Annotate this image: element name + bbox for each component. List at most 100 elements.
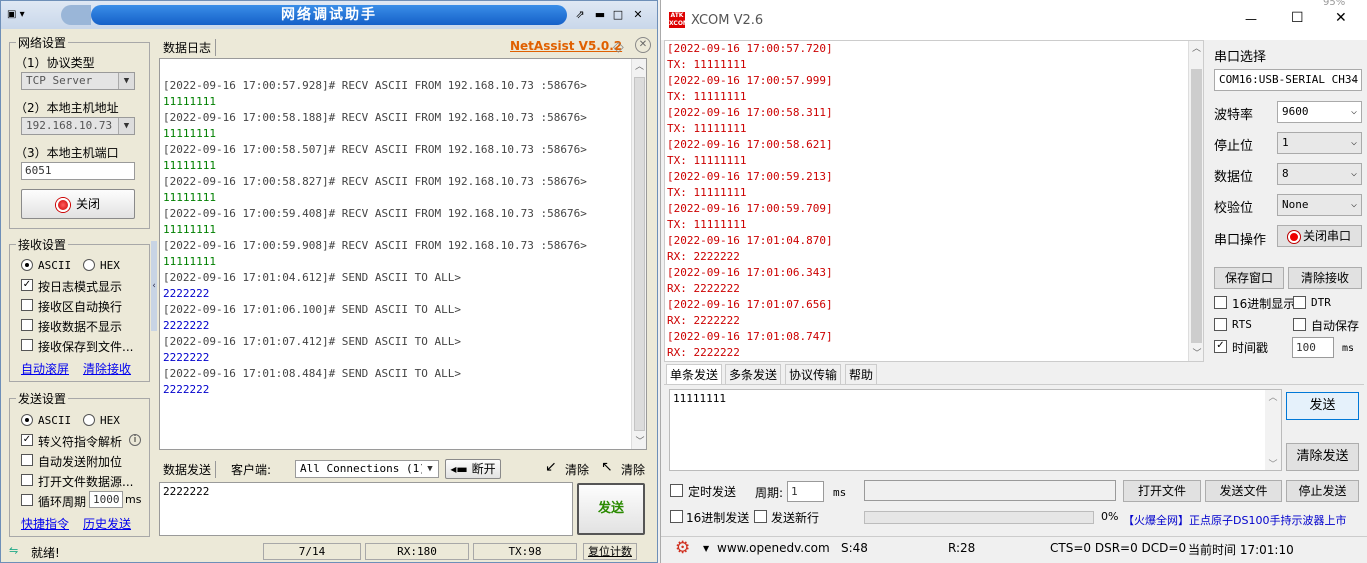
close-port-button[interactable]: 关闭串口 — [1277, 225, 1362, 247]
diamond-icon[interactable]: ◇ — [613, 39, 624, 55]
loop-period-checkbox[interactable] — [21, 494, 33, 506]
send-file-button[interactable]: 发送文件 — [1205, 480, 1282, 502]
host-select[interactable]: 192.168.10.73 ▼ — [21, 117, 135, 135]
close-connection-button[interactable]: 关闭 — [21, 189, 135, 219]
netassist-title-bar: ▣ ▾ 网络调试助手 ⇗ ▬ □ ✕ — [1, 1, 657, 29]
minimize-button[interactable]: ▬ — [593, 8, 607, 22]
scroll-up-icon[interactable]: ︿ — [632, 59, 646, 72]
port-op-label: 串口操作 — [1214, 233, 1267, 248]
send-input[interactable]: 11111111 ︿ ﹀ — [669, 389, 1282, 471]
scroll-down-icon[interactable]: ﹀ — [1265, 457, 1281, 470]
save-window-button[interactable]: 保存窗口 — [1214, 267, 1284, 289]
send-input[interactable]: 2222222 — [159, 482, 573, 536]
tab-0[interactable]: 单条发送 — [666, 364, 723, 384]
scroll-down-icon[interactable]: ﹀ — [632, 434, 646, 447]
clear-send-2[interactable]: 清除 — [621, 461, 645, 478]
timestamp-checkbox[interactable]: ✓ — [1214, 340, 1227, 353]
timed-send-checkbox[interactable] — [670, 484, 683, 497]
close-panel-icon[interactable]: ✕ — [635, 37, 651, 53]
protocol-select[interactable]: TCP Server ▼ — [21, 72, 135, 90]
log-tab[interactable]: 数据日志 — [163, 39, 217, 56]
tab-2[interactable]: 协议传输 — [785, 364, 842, 384]
clear-receive-link[interactable]: 清除接收 — [83, 360, 131, 377]
maximize-button[interactable]: □ — [611, 8, 625, 22]
settings-menu-arrow[interactable]: ▼ — [703, 544, 709, 553]
port-select[interactable]: COM16:USB-SERIAL CH34 ⌵ — [1214, 69, 1362, 91]
rts-label: RTS — [1232, 318, 1252, 331]
baud-select[interactable]: 9600 ⌵ — [1277, 101, 1362, 123]
xcom-title: XCOM V2.6 — [691, 13, 764, 28]
clear-receive-button[interactable]: 清除接收 — [1288, 267, 1362, 289]
close-button[interactable]: ✕ — [631, 8, 645, 22]
hex-display-checkbox[interactable] — [1214, 296, 1227, 309]
timestamp-input[interactable]: 100 — [1292, 337, 1334, 358]
log-mode-checkbox[interactable]: ✓ — [21, 279, 33, 291]
send-input-scrollbar[interactable]: ︿ ﹀ — [1265, 390, 1281, 470]
open-file-button[interactable]: 打开文件 — [1123, 480, 1201, 502]
period-input[interactable]: 1 — [787, 481, 824, 502]
history-link[interactable]: 历史发送 — [83, 515, 131, 532]
serial-log-scrollbar[interactable]: ︿ ﹀ — [1188, 41, 1203, 361]
send-button[interactable]: 发送 — [577, 483, 645, 535]
open-file-source-checkbox[interactable] — [21, 474, 33, 486]
status-url[interactable]: www.openedv.com — [717, 541, 830, 555]
parity-select[interactable]: None ⌵ — [1277, 194, 1362, 216]
minimize-button[interactable]: — — [1245, 12, 1257, 26]
auto-save-checkbox[interactable] — [1293, 318, 1306, 331]
send-tab[interactable]: 数据发送 — [163, 461, 217, 478]
settings-gear-icon[interactable]: ⚙ — [675, 538, 690, 558]
promo-link[interactable]: 【火爆全网】正点原子DS100手持示波器上市 — [1123, 512, 1363, 528]
send-input-text: 11111111 — [673, 392, 726, 405]
serial-log[interactable]: [2022-09-16 17:00:57.720] TX: 11111111 [20… — [664, 40, 1204, 362]
shortcut-link[interactable]: 快捷指令 — [21, 515, 69, 532]
data-bits-select[interactable]: 8 ⌵ — [1277, 163, 1362, 185]
stop-bits-label: 停止位 — [1214, 139, 1254, 154]
scroll-up-icon[interactable]: ︿ — [1265, 390, 1281, 403]
reset-count-button[interactable]: 复位计数 — [583, 543, 637, 560]
auto-wrap-checkbox[interactable] — [21, 299, 33, 311]
pin-icon[interactable]: ⇗ — [573, 8, 587, 22]
port-input[interactable]: 6051 — [21, 162, 135, 180]
send-ascii-radio[interactable] — [21, 414, 33, 426]
client-select[interactable]: All Connections (1) ▼ — [295, 460, 439, 478]
disconnect-button[interactable]: ◂▬ 断开 — [445, 459, 501, 479]
dtr-checkbox[interactable] — [1293, 296, 1306, 309]
netassist-window: ▣ ▾ 网络调试助手 ⇗ ▬ □ ✕ 网络设置 （1）协议类型 TCP Serv… — [0, 0, 658, 563]
log-scrollbar[interactable]: ︿ ﹀ — [631, 59, 646, 449]
maximize-button[interactable]: ☐ — [1291, 10, 1304, 26]
recv-hex-radio[interactable] — [83, 259, 95, 271]
hex-send-checkbox[interactable] — [670, 510, 683, 523]
auto-append-checkbox[interactable] — [21, 454, 33, 466]
send-progress-text: 0% — [1101, 510, 1119, 523]
send-newline-checkbox[interactable] — [754, 510, 767, 523]
no-show-checkbox[interactable] — [21, 319, 33, 331]
receive-log[interactable]: [2022-09-16 17:00:57.928]# RECV ASCII FR… — [159, 58, 647, 450]
recv-ascii-radio[interactable] — [21, 259, 33, 271]
brand-label[interactable]: NetAssist V5.0.2 — [510, 39, 622, 53]
clear-send-button[interactable]: 清除发送 — [1286, 443, 1359, 471]
status-sent: S:48 — [841, 541, 868, 555]
tab-1[interactable]: 多条发送 — [725, 364, 782, 384]
app-menu-icon[interactable]: ▣ ▾ — [7, 8, 33, 22]
stop-bits-select[interactable]: 1 ⌵ — [1277, 132, 1362, 154]
tab-3[interactable]: 帮助 — [845, 364, 878, 384]
stop-send-button[interactable]: 停止发送 — [1286, 480, 1359, 502]
info-icon[interactable]: i — [129, 434, 141, 446]
rts-checkbox[interactable] — [1214, 318, 1227, 331]
clear-send-1[interactable]: 清除 — [565, 461, 589, 478]
send-button[interactable]: 发送 — [1286, 392, 1359, 420]
serial-log-body: RX: 2222222 — [667, 314, 740, 327]
panel-collapse-handle[interactable]: ‹ — [151, 241, 157, 331]
loop-period-input[interactable]: 1000 — [89, 491, 123, 508]
escape-checkbox[interactable]: ✓ — [21, 434, 33, 446]
save-to-file-checkbox[interactable] — [21, 339, 33, 351]
scroll-up-icon[interactable]: ︿ — [1189, 41, 1203, 54]
file-path-input[interactable] — [864, 480, 1116, 501]
scroll-down-icon[interactable]: ﹀ — [1189, 346, 1203, 359]
scroll-thumb[interactable] — [1191, 69, 1202, 343]
serial-log-header: [2022-09-16 17:00:59.213] — [667, 170, 833, 183]
close-button[interactable]: ✕ — [1335, 10, 1347, 26]
send-hex-radio[interactable] — [83, 414, 95, 426]
scroll-thumb[interactable] — [634, 77, 645, 431]
auto-scroll-link[interactable]: 自动滚屏 — [21, 360, 69, 377]
